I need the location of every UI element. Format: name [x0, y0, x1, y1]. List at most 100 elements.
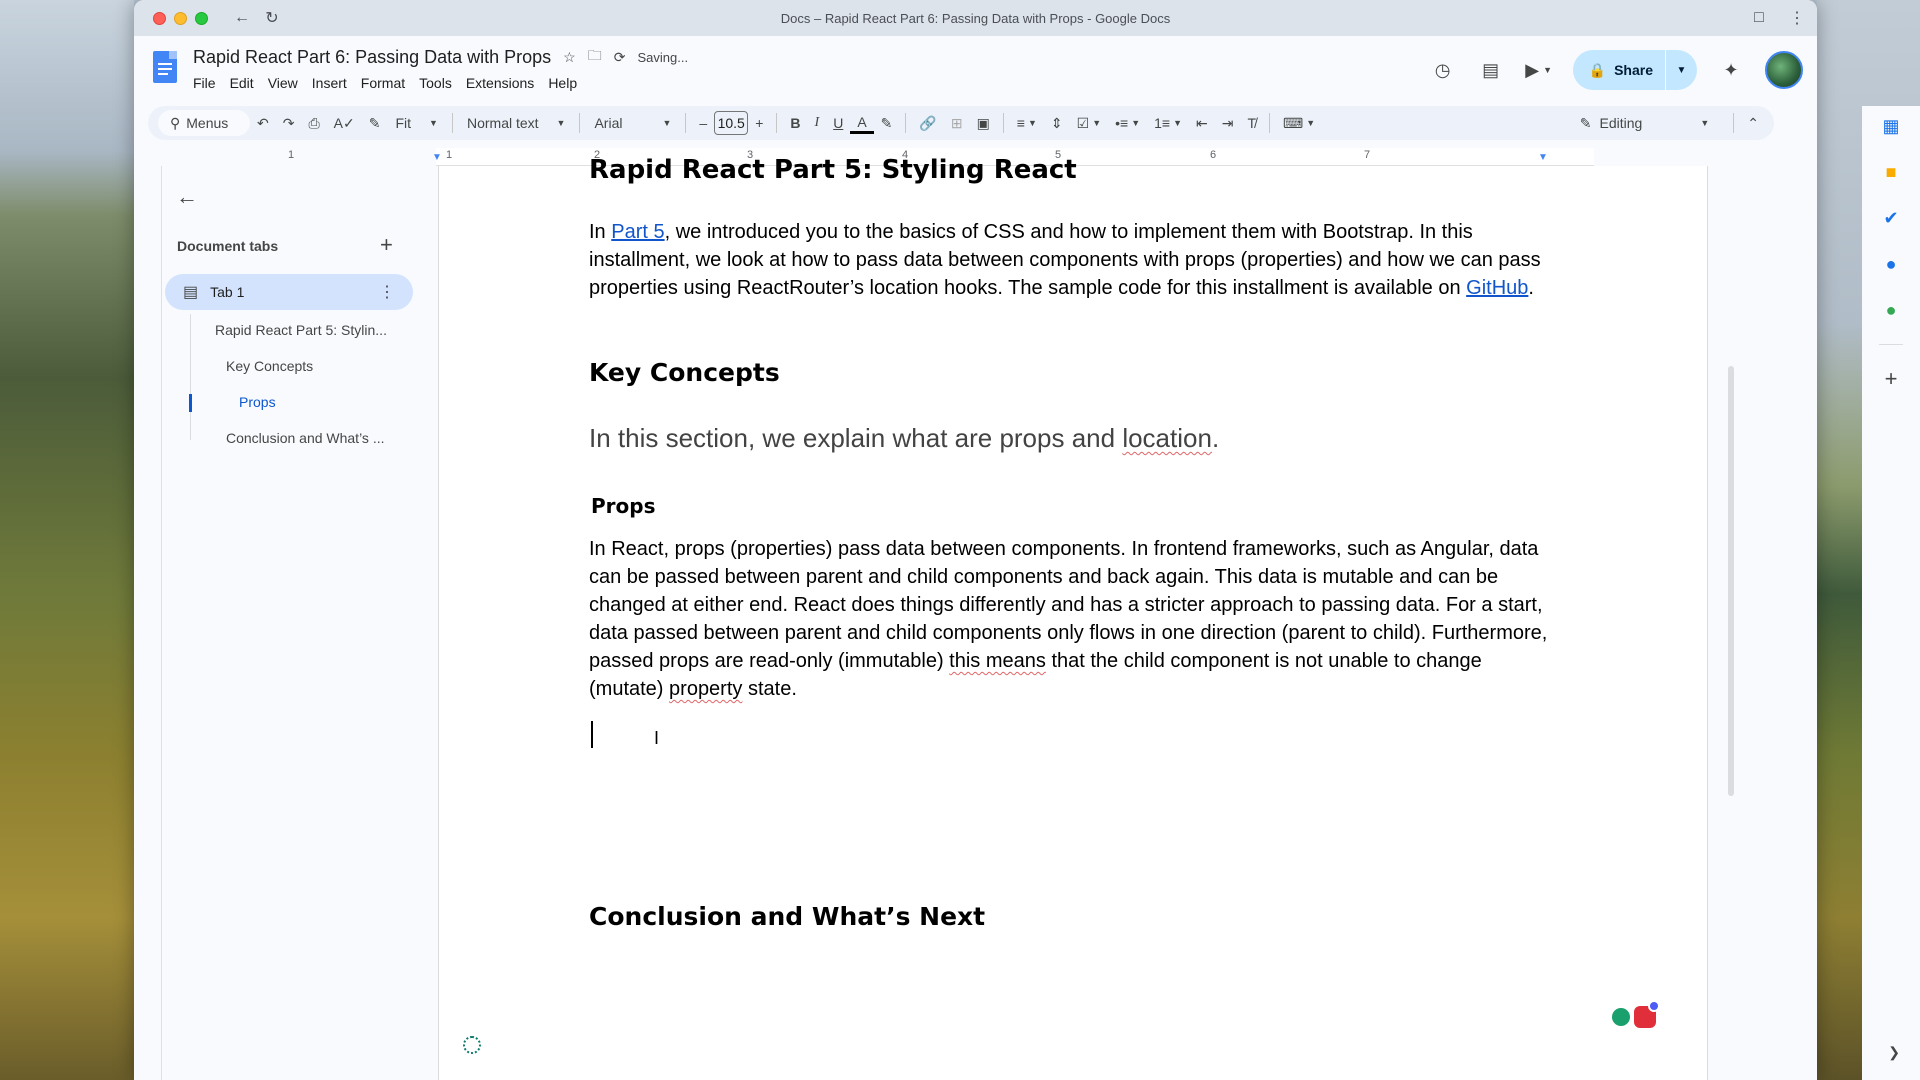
clear-formatting-icon[interactable]: T̸ — [1240, 110, 1263, 136]
increase-indent-icon[interactable]: ⇥ — [1215, 110, 1241, 136]
intro-paragraph: In Part 5, we introduced you to the basi… — [589, 218, 1549, 302]
extensions-icon[interactable]: □ — [1747, 6, 1771, 30]
increase-font-size-icon[interactable]: + — [748, 110, 770, 136]
sync-icon: ⟳ — [613, 48, 626, 65]
grammar-flag[interactable]: this means — [949, 650, 1046, 672]
reload-icon[interactable]: ↻ — [260, 6, 284, 30]
line-spacing-icon[interactable]: ⇕ — [1044, 110, 1070, 136]
bulleted-list-icon[interactable]: •≡ ▼ — [1108, 110, 1147, 136]
add-comment-icon[interactable]: ⊞ — [944, 110, 970, 136]
save-status: Saving... — [637, 49, 689, 65]
tab-1[interactable]: ▤ Tab 1 ⋮ — [165, 274, 413, 310]
checklist-icon[interactable]: ☑ ▼ — [1070, 110, 1108, 136]
section-subtitle: In this section, we explain what are pro… — [589, 423, 1219, 454]
font-size-input[interactable]: 10.5 — [714, 111, 749, 135]
menu-format[interactable]: Format — [361, 73, 413, 93]
window-controls — [153, 11, 208, 25]
spelling-flag[interactable]: location — [1122, 423, 1212, 453]
outline-item-conclusion[interactable]: Conclusion and What’s ... — [226, 430, 385, 446]
redo-icon[interactable]: ↷ — [276, 110, 302, 136]
maps-icon[interactable]: ● — [1879, 298, 1903, 322]
menu-bar: File Edit View Insert Format Tools Exten… — [193, 73, 688, 93]
align-icon[interactable]: ≡ ▼ — [1010, 110, 1044, 136]
more-options-icon[interactable]: ⋮ — [379, 282, 395, 302]
window-title: Docs – Rapid React Part 6: Passing Data … — [780, 10, 1171, 26]
star-icon[interactable]: ☆ — [563, 49, 576, 66]
menu-tools[interactable]: Tools — [419, 73, 460, 93]
outline-item-props[interactable]: Props — [239, 394, 276, 410]
bold-icon[interactable]: B — [783, 110, 807, 136]
menu-extensions[interactable]: Extensions — [466, 73, 542, 93]
share-button-group: 🔒 Share ▼ — [1572, 50, 1697, 90]
hide-menus-chevron-icon[interactable]: ⌃ — [1740, 110, 1766, 136]
decrease-font-size-icon[interactable]: – — [692, 110, 714, 136]
undo-icon[interactable]: ↶ — [250, 110, 276, 136]
version-history-icon[interactable]: ◷ — [1429, 56, 1457, 84]
insert-link-icon[interactable]: 🔗 — [912, 110, 943, 136]
add-addon-icon[interactable]: + — [1879, 366, 1903, 391]
avatar[interactable] — [1765, 51, 1803, 89]
vertical-scrollbar[interactable] — [1728, 366, 1734, 796]
left-indent-marker-icon[interactable]: ▼ — [432, 152, 442, 163]
document-page[interactable]: Rapid React Part 5: Styling React In Par… — [438, 155, 1708, 1080]
grammarly-widget[interactable] — [1612, 1000, 1664, 1032]
caret-down-icon: ▼ — [556, 118, 566, 128]
expand-side-panel-icon[interactable]: ❯ — [1888, 1044, 1900, 1061]
style-select[interactable]: Normal text ▼ — [459, 115, 574, 131]
grammar-flag[interactable]: property — [669, 678, 742, 700]
browser-menu-icon[interactable]: ⋮ — [1785, 6, 1809, 30]
minimize-window-button[interactable] — [174, 11, 187, 25]
share-button[interactable]: 🔒 Share — [1573, 50, 1665, 90]
move-folder-icon[interactable]: 🗀 — [588, 45, 602, 69]
back-arrow-icon[interactable]: ← — [176, 184, 198, 210]
props-paragraph: In React, props (properties) pass data b… — [589, 535, 1549, 703]
highlight-color-icon[interactable]: ✎ — [874, 110, 900, 136]
back-arrow-icon[interactable]: ← — [230, 6, 254, 30]
right-indent-marker-icon[interactable]: ▼ — [1538, 152, 1548, 163]
heading-props: Props — [591, 494, 656, 518]
outline-item-part5[interactable]: Rapid React Part 5: Stylin... — [215, 322, 387, 338]
close-window-button[interactable] — [153, 11, 166, 25]
tasks-icon[interactable]: ✔ — [1879, 206, 1903, 230]
text-color-icon[interactable]: A — [850, 112, 874, 134]
menu-help[interactable]: Help — [548, 73, 585, 93]
menu-file[interactable]: File — [193, 73, 224, 93]
share-dropdown-button[interactable]: ▼ — [1665, 50, 1697, 90]
contacts-icon[interactable]: ● — [1879, 252, 1903, 276]
meet-video-icon[interactable]: ▶ ▼ — [1525, 56, 1553, 84]
spellcheck-icon[interactable]: A✓ — [327, 110, 362, 136]
editing-mode-select[interactable]: ✎ Editing ▼ — [1570, 115, 1719, 132]
outline-item-key-concepts[interactable]: Key Concepts — [226, 358, 313, 374]
calendar-icon[interactable]: ▦ — [1879, 114, 1903, 138]
comments-icon[interactable]: ▤ — [1477, 56, 1505, 84]
print-icon[interactable]: ⎙ — [301, 110, 326, 136]
insert-image-icon[interactable]: ▣ — [970, 110, 997, 136]
lightbulb-icon[interactable] — [1612, 1008, 1630, 1026]
document-title[interactable]: Rapid React Part 6: Passing Data with Pr… — [193, 47, 551, 68]
font-select[interactable]: Arial ▼ — [586, 115, 679, 131]
input-tools-icon[interactable]: ⌨ ▼ — [1276, 110, 1322, 136]
part5-link[interactable]: Part 5 — [611, 221, 664, 243]
grammarly-icon[interactable] — [1634, 1000, 1660, 1028]
add-tab-icon[interactable]: + — [380, 232, 393, 258]
gemini-sparkle-icon[interactable]: ✦ — [1717, 56, 1745, 84]
document-outline-panel: ← Document tabs + ▤ Tab 1 ⋮ Rapid React … — [162, 166, 438, 1080]
grammarly-badge — [1648, 1000, 1660, 1012]
menu-view[interactable]: View — [268, 73, 306, 93]
numbered-list-icon[interactable]: 1≡ ▼ — [1147, 110, 1189, 136]
zoom-select[interactable]: Fit ▼ — [387, 115, 445, 131]
italic-icon[interactable]: I — [808, 110, 827, 136]
menu-insert[interactable]: Insert — [312, 73, 355, 93]
caret-down-icon: ▼ — [662, 118, 672, 128]
maximize-window-button[interactable] — [195, 11, 208, 25]
menu-edit[interactable]: Edit — [230, 73, 262, 93]
docs-logo-icon[interactable] — [149, 49, 183, 89]
fingerprint-icon[interactable] — [463, 1036, 481, 1054]
keep-icon[interactable]: ■ — [1879, 160, 1903, 184]
decrease-indent-icon[interactable]: ⇤ — [1189, 110, 1215, 136]
toolbar-divider — [1733, 113, 1735, 133]
github-link[interactable]: GitHub — [1466, 277, 1528, 299]
underline-icon[interactable]: U — [826, 110, 850, 136]
paint-format-icon[interactable]: ✎ — [362, 110, 388, 136]
search-menus-button[interactable]: ⚲ Menus — [158, 110, 250, 136]
